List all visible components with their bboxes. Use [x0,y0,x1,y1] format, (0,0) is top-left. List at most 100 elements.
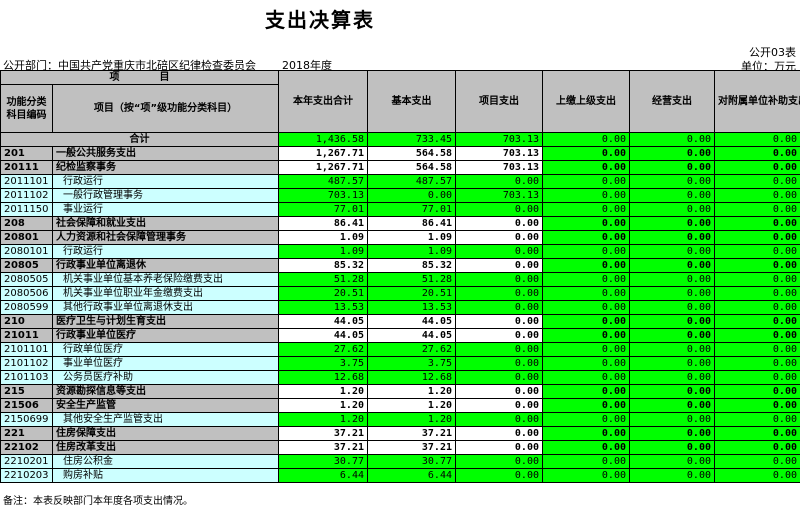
total-cell: 20.51 [279,287,368,301]
upper-cell: 0.00 [543,245,630,259]
operate-cell: 0.00 [630,357,715,371]
code-cell: 2150699 [1,413,53,427]
operate-cell: 0.00 [630,469,715,483]
total-cell: 12.68 [279,371,368,385]
basic-cell: 30.77 [368,455,456,469]
basic-cell: 0.00 [368,189,456,203]
table-row: 2080505机关事业单位基本养老保险缴费支出51.2851.280.000.0… [1,273,800,287]
upper-cell: 0.00 [543,259,630,273]
total-cell: 51.28 [279,273,368,287]
code-cell: 2101101 [1,343,53,357]
name-cell: 一般公共服务支出 [53,147,279,161]
subsidy-cell: 0.00 [715,329,800,343]
operate-cell: 0.00 [630,287,715,301]
header-code: 功能分类科目编码 [1,85,53,133]
project-cell: 0.00 [456,203,543,217]
subsidy-cell: 0.00 [715,455,800,469]
table-row: 2080506机关事业单位职业年金缴费支出20.5120.510.000.000… [1,287,800,301]
operate-cell: 0.00 [630,385,715,399]
name-cell: 公务员医疗补助 [53,371,279,385]
total-label: 合计 [1,133,279,147]
project-cell: 0.00 [456,441,543,455]
upper-cell: 0.00 [543,287,630,301]
total-cell: 85.32 [279,259,368,273]
table-row: 2101103公务员医疗补助12.6812.680.000.000.000.00 [1,371,800,385]
code-cell: 2080599 [1,301,53,315]
name-cell: 社会保障和就业支出 [53,217,279,231]
project-cell: 0.00 [456,413,543,427]
operate-cell: 0.00 [630,189,715,203]
operate-cell: 0.00 [630,217,715,231]
basic-cell: 6.44 [368,469,456,483]
name-cell: 住房公积金 [53,455,279,469]
table-row: 215资源勘探信息等支出1.201.200.000.000.000.00 [1,385,800,399]
upper-cell: 0.00 [543,455,630,469]
operate-cell: 0.00 [630,203,715,217]
total-cell: 1.20 [279,413,368,427]
upper-cell: 0.00 [543,133,630,147]
total-cell: 1.20 [279,399,368,413]
subsidy-cell: 0.00 [715,203,800,217]
subsidy-cell: 0.00 [715,161,800,175]
table-row: 2011101行政运行487.57487.570.000.000.000.00 [1,175,800,189]
total-cell: 86.41 [279,217,368,231]
table-row: 210医疗卫生与计划生育支出44.0544.050.000.000.000.00 [1,315,800,329]
basic-cell: 37.21 [368,441,456,455]
project-cell: 0.00 [456,287,543,301]
subsidy-cell: 0.00 [715,259,800,273]
code-cell: 2011101 [1,175,53,189]
project-cell: 0.00 [456,259,543,273]
code-cell: 2080505 [1,273,53,287]
basic-cell: 12.68 [368,371,456,385]
code-cell: 2210201 [1,455,53,469]
table-row: 20801人力资源和社会保障管理事务1.091.090.000.000.000.… [1,231,800,245]
code-cell: 21011 [1,329,53,343]
subsidy-cell: 0.00 [715,441,800,455]
header-subsidy: 对附属单位补助支出 [715,71,800,133]
code-cell: 20805 [1,259,53,273]
total-cell: 44.05 [279,329,368,343]
project-cell: 0.00 [456,175,543,189]
table-row: 2080599其他行政事业单位离退休支出13.5313.530.000.000.… [1,301,800,315]
project-cell: 0.00 [456,245,543,259]
upper-cell: 0.00 [543,189,630,203]
project-cell: 703.13 [456,133,543,147]
total-cell: 37.21 [279,441,368,455]
total-cell: 1.09 [279,245,368,259]
project-cell: 0.00 [456,455,543,469]
name-cell: 医疗卫生与计划生育支出 [53,315,279,329]
project-cell: 0.00 [456,273,543,287]
operate-cell: 0.00 [630,413,715,427]
table-row: 22102住房改革支出37.2137.210.000.000.000.00 [1,441,800,455]
subsidy-cell: 0.00 [715,217,800,231]
operate-cell: 0.00 [630,455,715,469]
name-cell: 行政事业单位医疗 [53,329,279,343]
upper-cell: 0.00 [543,469,630,483]
basic-cell: 564.58 [368,161,456,175]
project-cell: 0.00 [456,217,543,231]
basic-cell: 77.01 [368,203,456,217]
total-row: 合计 1,436.58 733.45 703.13 0.00 0.00 0.00 [1,133,800,147]
operate-cell: 0.00 [630,315,715,329]
project-cell: 0.00 [456,343,543,357]
total-cell: 1,267.71 [279,147,368,161]
table-row: 2210201住房公积金30.7730.770.000.000.000.00 [1,455,800,469]
basic-cell: 44.05 [368,315,456,329]
name-cell: 人力资源和社会保障管理事务 [53,231,279,245]
operate-cell: 0.00 [630,147,715,161]
subsidy-cell: 0.00 [715,287,800,301]
total-cell: 6.44 [279,469,368,483]
upper-cell: 0.00 [543,385,630,399]
name-cell: 行政运行 [53,245,279,259]
name-cell: 安全生产监管 [53,399,279,413]
header-total: 本年支出合计 [279,71,368,133]
subsidy-cell: 0.00 [715,315,800,329]
project-cell: 0.00 [456,427,543,441]
table-row: 221住房保障支出37.2137.210.000.000.000.00 [1,427,800,441]
basic-cell: 85.32 [368,259,456,273]
project-cell: 0.00 [456,329,543,343]
table-row: 21506安全生产监管1.201.200.000.000.000.00 [1,399,800,413]
basic-cell: 51.28 [368,273,456,287]
upper-cell: 0.00 [543,329,630,343]
subsidy-cell: 0.00 [715,371,800,385]
